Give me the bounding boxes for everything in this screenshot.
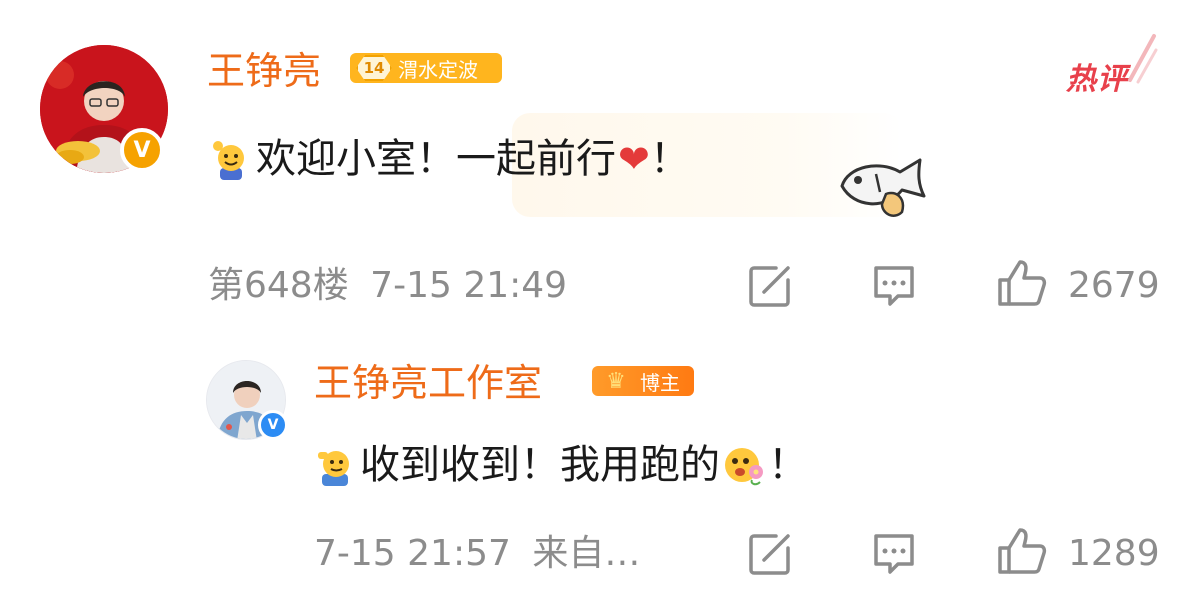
reply-edit-icon[interactable] [746, 530, 794, 578]
waving-emoji-icon [213, 141, 244, 180]
comment-text-part2: ！ [649, 136, 690, 182]
reply-meta: 7-15 21:57 来自… [314, 532, 640, 576]
comment-text-part1: 欢迎小室！一起前行 [256, 136, 616, 182]
author-name[interactable]: 王铮亮 [207, 48, 321, 94]
fan-level-number: 14 [356, 55, 392, 81]
reply-text: 收到收到！我用跑的 ！ [316, 440, 808, 490]
host-badge[interactable]: ♛ 博主 [592, 366, 694, 396]
flower-emoji-icon [725, 448, 763, 486]
hot-comment-tag: 热评 [1066, 62, 1128, 97]
reply-like-icon[interactable] [996, 526, 1048, 578]
comment-meta: 第648楼 7-15 21:49 [208, 264, 567, 308]
host-badge-label: 博主 [640, 370, 680, 395]
like-icon[interactable] [996, 258, 1048, 310]
reply-time: 7-15 21:57 [314, 533, 511, 574]
reply-like-count: 1289 [1068, 533, 1160, 574]
fan-level-badge[interactable]: 14 渭水定波 [350, 53, 502, 83]
edit-icon[interactable] [746, 262, 794, 310]
verified-badge-icon: V [120, 128, 164, 172]
reply-comment-icon[interactable] [870, 530, 918, 578]
like-count: 2679 [1068, 265, 1160, 306]
reply-text-part2: ！ [768, 442, 808, 488]
floor-number: 第648楼 [208, 265, 349, 306]
fish-sticker-icon [840, 158, 926, 217]
crown-icon: ♛ [606, 368, 626, 394]
heart-icon: ❤ [618, 137, 650, 181]
salute-emoji-icon [318, 451, 349, 486]
comment-time: 7-15 21:49 [370, 265, 568, 306]
comment-text: 欢迎小室！一起前行 ❤ ！ [212, 134, 690, 184]
reply-text-part1: 收到收到！我用跑的 [360, 442, 720, 488]
comment-icon[interactable] [870, 262, 918, 310]
hot-tag-flame-icon [1128, 34, 1158, 84]
reply-source: 来自… [532, 533, 641, 574]
fan-badge-label: 渭水定波 [398, 57, 478, 82]
reply-author-name[interactable]: 王铮亮工作室 [314, 360, 542, 406]
reply-verified-badge-icon: V [258, 410, 288, 440]
